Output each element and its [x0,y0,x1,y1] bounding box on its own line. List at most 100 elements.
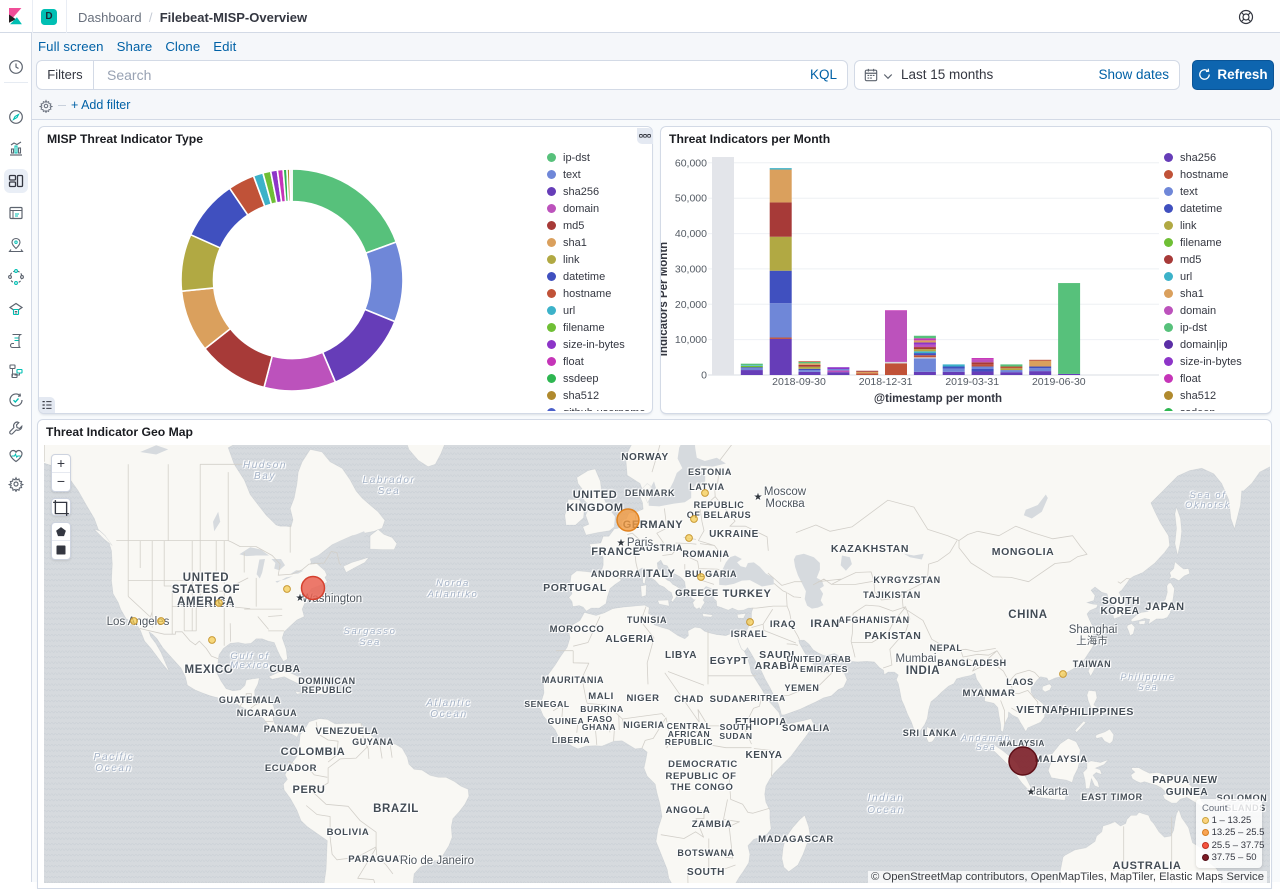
svg-text:NIGER: NIGER [626,693,659,704]
svg-text:★: ★ [1027,787,1036,798]
svg-text:UKRAINE: UKRAINE [709,529,759,540]
svg-text:MALAYSIA: MALAYSIA [1034,754,1088,765]
svg-text:UNITED: UNITED [573,489,618,501]
svg-text:ALGERIA: ALGERIA [605,634,654,645]
svg-text:★: ★ [617,538,626,549]
svg-text:UNITED: UNITED [183,572,229,584]
svg-text:DENMARK: DENMARK [625,488,675,498]
svg-text:Bay: Bay [254,471,276,482]
svg-text:20,000: 20,000 [675,299,707,311]
svg-text:BOTSWANA: BOTSWANA [677,848,734,858]
svg-text:IRAN: IRAN [810,618,839,630]
svg-text:COLOMBIA: COLOMBIA [281,746,346,758]
svg-text:@timestamp per month: @timestamp per month [874,393,1002,405]
svg-text:ROMANIA: ROMANIA [682,549,729,559]
svg-text:SRI LANKA: SRI LANKA [903,728,957,738]
svg-text:EMIRATES: EMIRATES [800,664,848,674]
svg-text:AFGHANISTAN: AFGHANISTAN [838,615,909,625]
svg-text:DEMOCRATIC: DEMOCRATIC [668,759,738,770]
svg-text:GUINEA: GUINEA [548,716,585,726]
svg-text:Sargasso: Sargasso [344,626,397,637]
svg-text:Sea: Sea [1138,682,1159,692]
svg-text:上海市: 上海市 [1076,634,1108,647]
svg-text:MOROCCO: MOROCCO [550,624,605,635]
svg-text:ESTONIA: ESTONIA [688,467,732,477]
svg-text:GUINEA: GUINEA [1166,787,1209,798]
svg-text:KYRGYZSTAN: KYRGYZSTAN [873,575,940,585]
svg-text:Mexico: Mexico [230,660,270,671]
svg-text:NEPAL: NEPAL [930,643,963,653]
svg-text:Paris: Paris [627,537,653,549]
svg-text:2019-06-30: 2019-06-30 [1032,376,1086,388]
svg-text:Sea: Sea [359,637,381,648]
svg-text:MONGOLIA: MONGOLIA [992,546,1055,558]
svg-text:60,000: 60,000 [675,157,707,169]
svg-text:SOMALIA: SOMALIA [782,723,830,734]
svg-text:PANAMA: PANAMA [264,724,306,734]
svg-text:Okhotsk: Okhotsk [1185,500,1231,511]
svg-text:40,000: 40,000 [675,228,707,240]
svg-text:Jakarta: Jakarta [1030,786,1068,798]
svg-text:Rio de Janeiro: Rio de Janeiro [400,855,474,867]
svg-text:VENEZUELA: VENEZUELA [316,726,379,737]
svg-text:NIGERIA: NIGERIA [623,720,665,730]
svg-text:Hudson: Hudson [243,460,287,471]
svg-text:BRAZIL: BRAZIL [373,803,419,815]
svg-text:NICARAGUA: NICARAGUA [237,708,297,718]
svg-text:BULGARIA: BULGARIA [685,569,737,579]
svg-text:MAURITANIA: MAURITANIA [542,675,604,685]
svg-text:REPUBLIC: REPUBLIC [302,685,353,695]
svg-text:GUYANA: GUYANA [352,737,394,747]
svg-text:UNITED ARAB: UNITED ARAB [787,654,852,664]
svg-text:30,000: 30,000 [675,263,707,275]
svg-text:ISRAEL: ISRAEL [731,629,768,639]
svg-text:PARAGUAY: PARAGUAY [348,854,406,865]
svg-text:MADAGASCAR: MADAGASCAR [758,834,834,845]
svg-text:BURKINA: BURKINA [580,704,623,714]
svg-text:CHINA: CHINA [1008,609,1047,621]
svg-text:SUDAN: SUDAN [710,694,747,705]
svg-text:STATES OF: STATES OF [172,584,240,596]
svg-text:Atlantiko: Atlantiko [427,589,479,600]
svg-text:GHANA: GHANA [582,722,616,732]
svg-text:SENEGAL: SENEGAL [524,699,569,709]
svg-text:JAPAN: JAPAN [1145,601,1184,613]
svg-text:Norda: Norda [436,578,470,589]
svg-text:CUBA: CUBA [269,664,300,675]
svg-text:PORTUGAL: PORTUGAL [543,582,607,594]
svg-text:2018-12-31: 2018-12-31 [859,376,913,388]
svg-text:Labrador: Labrador [363,475,416,486]
svg-text:EGYPT: EGYPT [710,655,749,667]
svg-text:ITALY: ITALY [643,568,676,580]
svg-text:IRAQ: IRAQ [770,619,796,630]
svg-text:Mumbai: Mumbai [896,653,937,665]
svg-text:AMERICA: AMERICA [177,596,235,608]
svg-text:THE CONGO: THE CONGO [671,782,734,793]
svg-text:Москва: Москва [765,498,805,510]
svg-text:2018-09-30: 2018-09-30 [772,376,826,388]
svg-text:NORWAY: NORWAY [621,452,669,463]
svg-text:PAKISTAN: PAKISTAN [865,630,922,642]
svg-text:PERU: PERU [293,784,326,796]
svg-text:0: 0 [701,370,707,382]
svg-text:TAIWAN: TAIWAN [1073,659,1111,669]
svg-text:Philippine: Philippine [1120,672,1175,682]
svg-text:EAST TIMOR: EAST TIMOR [1081,792,1143,802]
svg-text:MALI: MALI [588,691,614,702]
svg-text:ECUADOR: ECUADOR [265,763,317,774]
svg-text:ANGOLA: ANGOLA [666,805,711,816]
svg-text:REPUBLIC: REPUBLIC [665,737,713,747]
svg-text:BANGLADESH: BANGLADESH [937,658,1007,668]
svg-text:Sea: Sea [976,742,997,752]
svg-text:Ocean: Ocean [95,763,132,774]
svg-text:REPUBLIC: REPUBLIC [694,500,745,510]
svg-text:REPUBLIC OF: REPUBLIC OF [666,771,737,782]
svg-text:★: ★ [754,492,763,503]
svg-text:LIBERIA: LIBERIA [552,735,590,745]
svg-text:Ocean: Ocean [867,805,904,816]
svg-text:GUATEMALA: GUATEMALA [219,695,281,705]
svg-text:Moscow: Moscow [764,486,807,498]
svg-text:TURKEY: TURKEY [723,588,772,600]
svg-text:KINGDOM: KINGDOM [566,502,623,514]
svg-text:Ocean: Ocean [430,709,467,720]
